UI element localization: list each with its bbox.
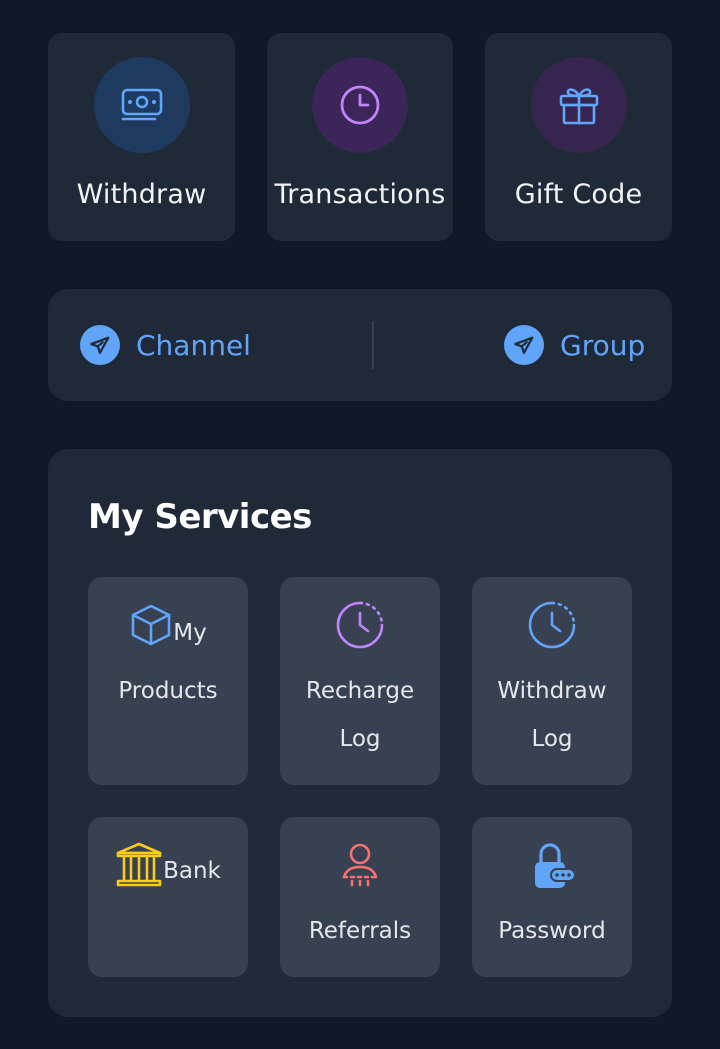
my-products-tile[interactable]: My Products xyxy=(88,577,248,785)
user-icon xyxy=(340,843,380,887)
community-links: Channel Group xyxy=(48,289,672,401)
divider xyxy=(372,321,374,369)
clock-dashed-icon xyxy=(336,601,384,649)
gift-code-button[interactable]: Gift Code xyxy=(485,33,672,241)
my-products-label-line1: My xyxy=(173,620,207,646)
recharge-log-label-line1: Recharge xyxy=(305,678,415,704)
my-services-panel: My Services My Products Recharge Log Wit… xyxy=(48,449,672,1017)
box-icon xyxy=(129,603,173,647)
password-label: Password xyxy=(498,918,606,944)
clock-icon xyxy=(312,57,408,153)
banknote-icon xyxy=(93,57,190,153)
clock-dashed-icon xyxy=(528,601,576,649)
lock-icon xyxy=(527,840,577,890)
my-products-label-line2: Products xyxy=(118,678,218,704)
services-title: My Services xyxy=(88,497,312,537)
bank-label: Bank xyxy=(163,858,221,884)
bank-tile[interactable]: Bank xyxy=(88,817,248,977)
gift-icon xyxy=(530,57,627,153)
recharge-log-tile[interactable]: Recharge Log xyxy=(280,577,440,785)
bank-icon xyxy=(115,841,163,889)
withdraw-label: Withdraw xyxy=(76,179,207,210)
gift-code-label: Gift Code xyxy=(514,179,643,210)
transactions-label: Transactions xyxy=(274,179,446,210)
password-tile[interactable]: Password xyxy=(472,817,632,977)
group-link[interactable]: Group xyxy=(504,289,645,401)
channel-label: Channel xyxy=(136,328,251,362)
telegram-icon xyxy=(80,325,120,365)
channel-link[interactable]: Channel xyxy=(80,289,251,401)
referrals-label: Referrals xyxy=(308,918,412,944)
withdraw-log-label-line1: Withdraw xyxy=(497,678,607,704)
withdraw-log-tile[interactable]: Withdraw Log xyxy=(472,577,632,785)
telegram-icon xyxy=(504,325,544,365)
page: Withdraw Transactions Gift Code Channel … xyxy=(0,0,720,1049)
referrals-tile[interactable]: Referrals xyxy=(280,817,440,977)
withdraw-button[interactable]: Withdraw xyxy=(48,33,235,241)
recharge-log-label-line2: Log xyxy=(339,726,381,752)
withdraw-log-label-line2: Log xyxy=(531,726,573,752)
group-label: Group xyxy=(560,328,646,362)
transactions-button[interactable]: Transactions xyxy=(267,33,453,241)
